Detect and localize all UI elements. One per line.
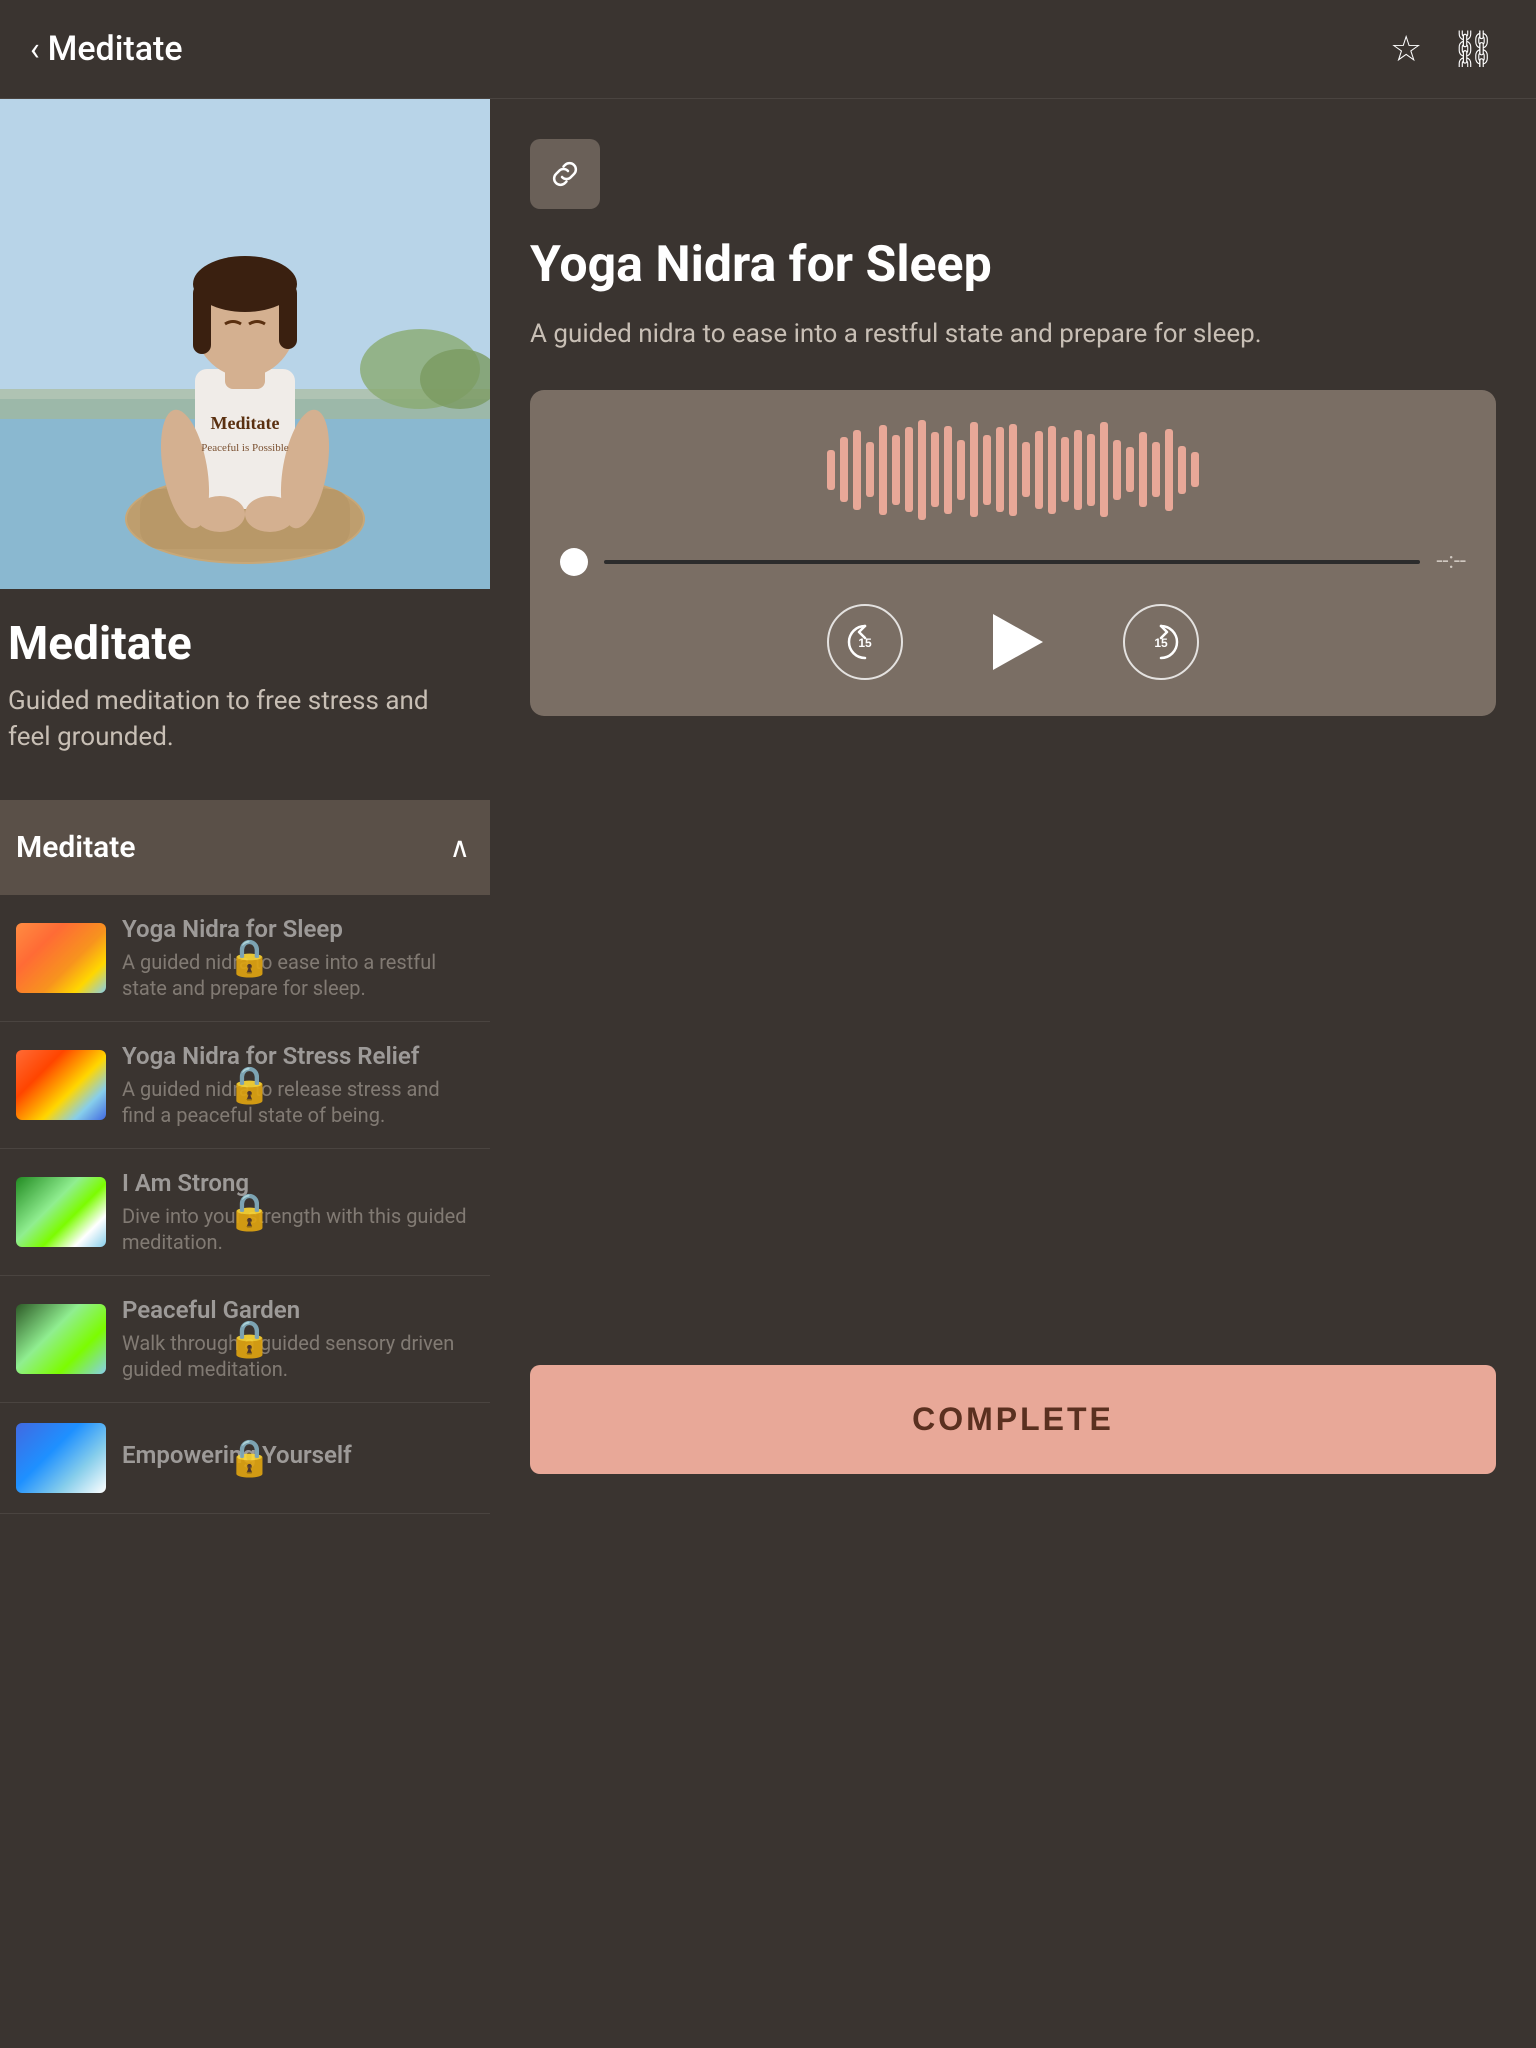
lock-icon: 🔒 [227, 1064, 490, 1106]
program-desc: Guided meditation to free stress and fee… [8, 683, 470, 756]
wave-bar [1126, 447, 1134, 492]
wave-bar [1165, 429, 1173, 511]
wave-bar [944, 426, 952, 514]
lock-icon: 🔒 [227, 1318, 490, 1360]
program-title: Meditate [8, 617, 470, 671]
main-content: Meditate Peaceful is Possible Meditate G… [0, 99, 1536, 1514]
wave-bar [996, 427, 1004, 512]
hero-image: Meditate Peaceful is Possible [0, 99, 490, 589]
waveform [560, 420, 1466, 520]
accordion-title: Meditate [16, 830, 136, 865]
item-thumbnail [16, 1423, 106, 1493]
wave-bar [1022, 442, 1030, 497]
wave-bar [1074, 430, 1082, 510]
svg-text:15: 15 [858, 636, 872, 650]
list-item[interactable]: Yoga Nidra for Sleep A guided nidra to e… [0, 895, 490, 1022]
right-panel: Yoga Nidra for Sleep A guided nidra to e… [490, 99, 1536, 1514]
wave-bar [840, 437, 848, 502]
wave-bar [1035, 431, 1043, 509]
bookmark-icon[interactable]: ☆ [1390, 28, 1422, 70]
svg-text:Meditate: Meditate [211, 413, 280, 433]
content-link-icon[interactable] [530, 139, 600, 209]
list-item[interactable]: Empowering Yourself 🔒 [0, 1403, 490, 1514]
forward-button[interactable]: 15 [1123, 604, 1199, 680]
svg-text:Peaceful is Possible: Peaceful is Possible [201, 442, 288, 454]
accordion: Meditate ∧ Yoga Nidra for Sleep A guided… [0, 800, 490, 1514]
audio-player: --:-- 15 [530, 390, 1496, 716]
accordion-list: Yoga Nidra for Sleep A guided nidra to e… [0, 895, 490, 1514]
wave-bar [1139, 432, 1147, 507]
wave-bar [957, 440, 965, 500]
header-right: ☆ ⛓ [1390, 28, 1496, 70]
wave-bar [983, 435, 991, 505]
item-thumbnail [16, 1050, 106, 1120]
wave-bar [1100, 422, 1108, 517]
header: ‹ Meditate ☆ ⛓ [0, 0, 1536, 99]
lock-icon: 🔒 [227, 1191, 490, 1233]
back-button[interactable]: ‹ [30, 30, 40, 68]
lock-icon: 🔒 [227, 937, 490, 979]
link-icon[interactable]: ⛓ [1450, 28, 1496, 70]
list-item[interactable]: Yoga Nidra for Stress Relief A guided ni… [0, 1022, 490, 1149]
hero-illustration: Meditate Peaceful is Possible [0, 99, 490, 589]
content-desc: A guided nidra to ease into a restful st… [530, 315, 1496, 354]
rewind-15-icon: 15 [843, 620, 887, 664]
wave-bar [879, 425, 887, 515]
wave-bar [1087, 434, 1095, 506]
progress-knob[interactable] [560, 548, 588, 576]
wave-bar [1113, 440, 1121, 500]
chevron-up-icon: ∧ [450, 831, 471, 864]
progress-row: --:-- [560, 548, 1466, 576]
progress-time: --:-- [1436, 549, 1466, 574]
wave-bar [853, 430, 861, 510]
item-thumbnail [16, 923, 106, 993]
wave-bar [892, 435, 900, 505]
forward-15-icon: 15 [1139, 620, 1183, 664]
item-thumbnail [16, 1304, 106, 1374]
header-left: ‹ Meditate [30, 29, 183, 69]
wave-bar [1061, 437, 1069, 502]
wave-bar [1048, 426, 1056, 514]
wave-bar [931, 432, 939, 507]
content-title: Yoga Nidra for Sleep [530, 237, 1496, 295]
chain-link-icon [547, 156, 583, 192]
rewind-button[interactable]: 15 [827, 604, 903, 680]
header-title: Meditate [48, 29, 183, 69]
program-info: Meditate Guided meditation to free stres… [0, 589, 490, 776]
wave-bar [866, 442, 874, 497]
wave-bar [918, 420, 926, 520]
left-panel: Meditate Peaceful is Possible Meditate G… [0, 99, 490, 1514]
svg-text:15: 15 [1154, 636, 1168, 650]
list-item[interactable]: Peaceful Garden Walk through a guided se… [0, 1276, 490, 1403]
play-button[interactable] [993, 614, 1043, 670]
wave-bar [905, 427, 913, 512]
lock-icon: 🔒 [227, 1437, 490, 1479]
item-thumbnail [16, 1177, 106, 1247]
list-item[interactable]: I Am Strong Dive into your strength with… [0, 1149, 490, 1276]
wave-bar [1191, 452, 1199, 487]
complete-section: COMPLETE [530, 1305, 1496, 1474]
progress-track[interactable] [604, 560, 1420, 564]
wave-bar [970, 422, 978, 517]
wave-bar [1178, 446, 1186, 494]
controls-row: 15 15 [560, 604, 1466, 680]
wave-bar [1152, 442, 1160, 497]
complete-button[interactable]: COMPLETE [530, 1365, 1496, 1474]
wave-bar [827, 450, 835, 490]
wave-bar [1009, 424, 1017, 516]
accordion-header[interactable]: Meditate ∧ [0, 800, 490, 895]
